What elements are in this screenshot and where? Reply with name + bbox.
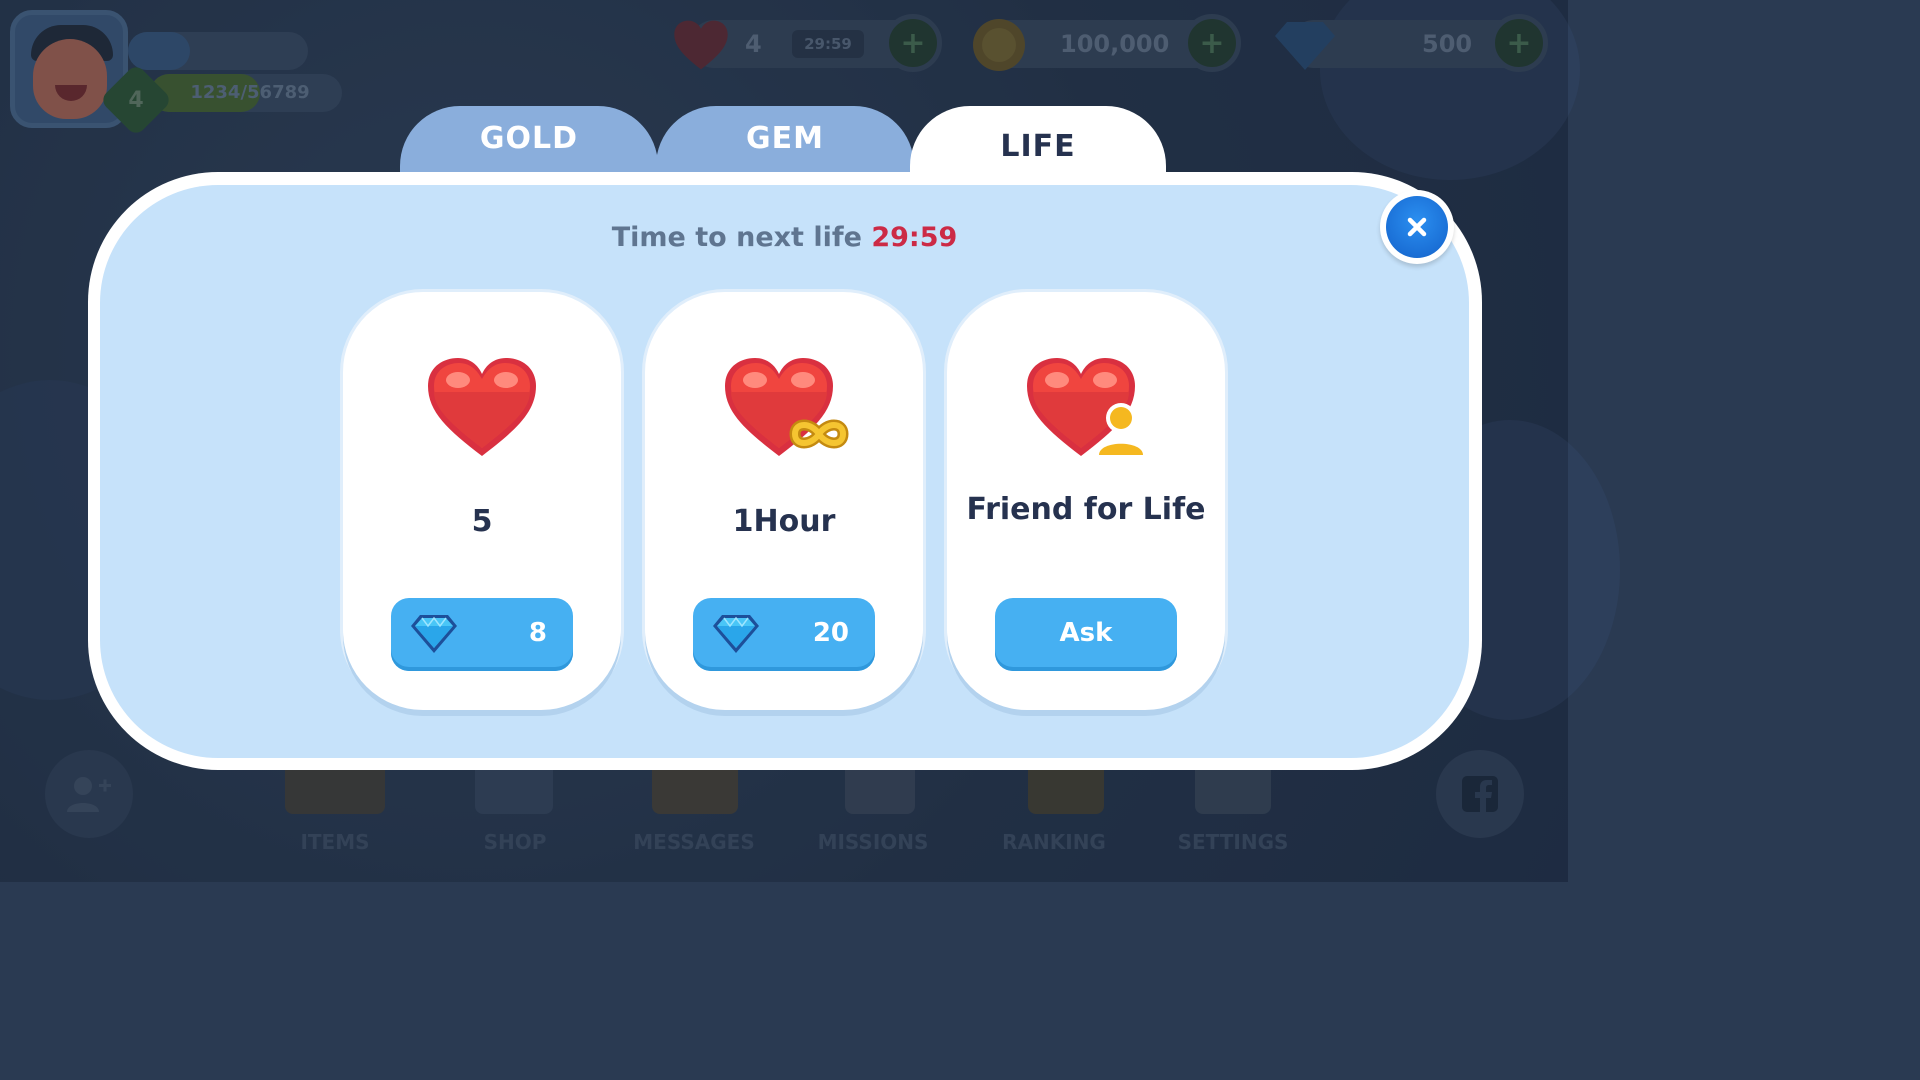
tab-gem-label: GEM [746, 120, 824, 156]
buy-unlimited-button[interactable]: 20 [693, 598, 875, 671]
tab-gold-label: GOLD [479, 120, 579, 156]
next-life-timer: Time to next life 29:59 [100, 222, 1469, 253]
ask-friend-button[interactable]: Ask [995, 598, 1177, 671]
next-life-label: Time to next life [611, 222, 862, 253]
tab-life-label: LIFE [1000, 128, 1076, 164]
offer-card-lives: 5 8 [343, 292, 621, 710]
tab-gold[interactable]: GOLD [400, 106, 658, 180]
close-button[interactable] [1380, 190, 1454, 264]
tab-life[interactable]: LIFE [910, 106, 1166, 196]
offer-card-unlimited: 1Hour 20 [645, 292, 923, 710]
price-value: 20 [812, 618, 849, 648]
ask-label: Ask [1059, 618, 1113, 648]
offer-title: Friend for Life [966, 492, 1206, 527]
offer-title: 5 [471, 504, 493, 539]
heart-icon [343, 352, 621, 482]
friend-heart-icon [947, 352, 1225, 482]
next-life-countdown: 29:59 [871, 222, 958, 253]
offer-title: 1Hour [732, 504, 836, 539]
close-icon [1407, 217, 1427, 237]
buy-lives-button[interactable]: 8 [391, 598, 573, 671]
gem-icon [411, 615, 457, 653]
tab-gem[interactable]: GEM [656, 106, 914, 180]
offer-card-friend: Friend for Life Ask [947, 292, 1225, 710]
gem-icon [713, 615, 759, 653]
infinite-heart-icon [645, 352, 923, 482]
price-value: 8 [528, 618, 547, 648]
